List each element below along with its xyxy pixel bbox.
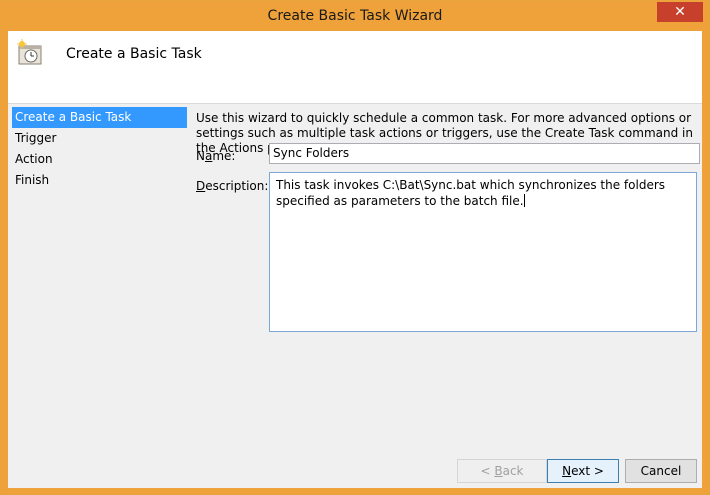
close-button[interactable]: ✕ [657,2,703,22]
title-bar[interactable]: Create Basic Task Wizard ✕ [1,1,709,31]
wizard-header: Create a Basic Task [8,31,702,104]
task-scheduler-clock-icon [17,39,42,65]
page-title: Create a Basic Task [66,46,202,62]
nav-item-trigger[interactable]: Trigger [12,128,187,149]
name-label: Name: [196,149,236,163]
client-area: Create a Basic Task Create a Basic Task … [8,31,702,488]
wizard-window: Create Basic Task Wizard ✕ Create a Basi… [0,0,710,495]
close-icon: ✕ [674,4,686,20]
nav-item-action[interactable]: Action [12,149,187,170]
cancel-button[interactable]: Cancel [625,459,697,483]
text-caret [523,194,525,207]
description-label: Description: [196,179,269,193]
window-title: Create Basic Task Wizard [267,8,443,24]
nav-item-finish[interactable]: Finish [12,170,187,191]
description-text: This task invokes C:\Bat\Sync.bat which … [276,178,666,208]
description-input[interactable]: This task invokes C:\Bat\Sync.bat which … [269,172,697,332]
name-input[interactable]: Sync Folders [269,143,700,164]
nav-item-create-basic-task[interactable]: Create a Basic Task [12,107,187,128]
next-button[interactable]: Next > [547,459,619,483]
back-button[interactable]: < Back [457,459,547,483]
wizard-steps-nav: Create a Basic Task Trigger Action Finis… [12,107,187,191]
